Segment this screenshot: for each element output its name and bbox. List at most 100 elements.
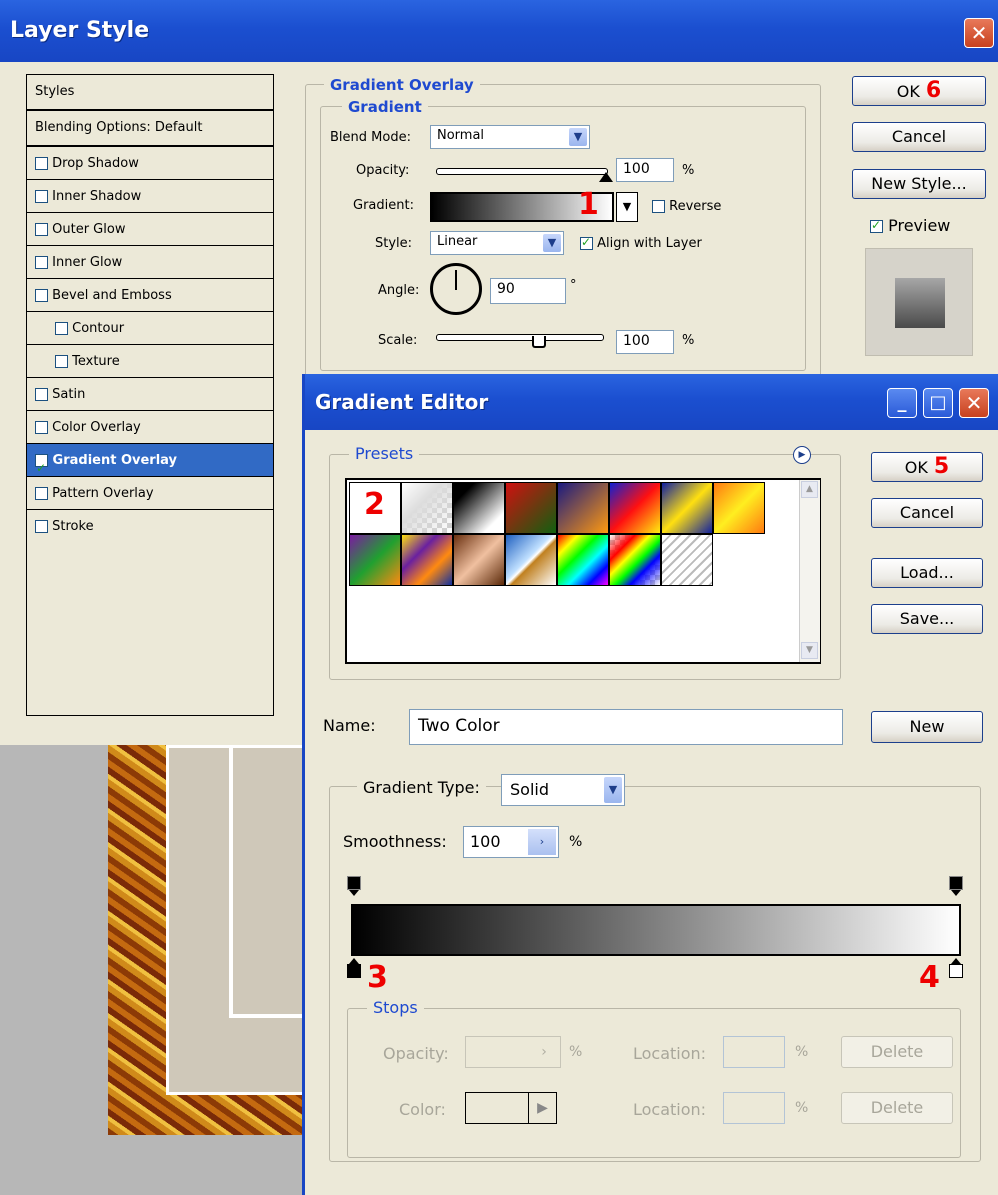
styles-header[interactable]: Styles (27, 75, 273, 111)
style-item-bevel-emboss[interactable]: Bevel and Emboss (27, 279, 273, 312)
preset-transparent-stripes[interactable] (661, 534, 713, 586)
style-item-inner-shadow[interactable]: Inner Shadow (27, 180, 273, 213)
cancel-button[interactable]: Cancel (852, 122, 986, 152)
preset-spectrum[interactable] (557, 534, 609, 586)
save-button[interactable]: Save... (871, 604, 983, 634)
stops-group (347, 1008, 961, 1158)
preset-black-white[interactable] (453, 482, 505, 534)
style-item-gradient-overlay[interactable]: Gradient Overlay (27, 444, 273, 485)
angle-input[interactable]: 90 (490, 278, 566, 304)
opacity-delete-button[interactable]: Delete (841, 1036, 953, 1068)
color-stop-right[interactable] (949, 958, 963, 980)
align-with-layer-checkbox[interactable]: Align with Layer (580, 235, 702, 251)
stop-color-picker-arrow[interactable]: ▶ (529, 1092, 557, 1124)
load-button[interactable]: Load... (871, 558, 983, 588)
preset-blue-yellow-blue[interactable] (661, 482, 713, 534)
stop-opacity-input[interactable]: › (465, 1036, 561, 1068)
checkbox[interactable] (55, 322, 68, 335)
stop-opacity-label: Opacity: (383, 1044, 449, 1063)
gradient-type-select[interactable]: Solid ▼ (501, 774, 625, 806)
style-item-texture[interactable]: Texture (27, 345, 273, 378)
style-item-label: Pattern Overlay (52, 486, 154, 501)
preset-red-green[interactable] (505, 482, 557, 534)
opacity-input[interactable]: 100 (616, 158, 674, 182)
preset-foreground-to-transparent[interactable] (401, 482, 453, 534)
checkbox[interactable] (35, 487, 48, 500)
stop-opacity-stepper-icon[interactable]: › (530, 1039, 558, 1065)
gradient-preview-bar[interactable] (351, 904, 961, 956)
checkbox[interactable] (35, 256, 48, 269)
preset-chrome[interactable] (505, 534, 557, 586)
scale-slider[interactable] (436, 334, 604, 341)
blend-mode-select[interactable]: Normal ▼ (430, 125, 590, 149)
opacity-slider[interactable] (436, 168, 608, 175)
preset-blue-red-yellow[interactable] (609, 482, 661, 534)
style-item-outer-glow[interactable]: Outer Glow (27, 213, 273, 246)
style-item-pattern-overlay[interactable]: Pattern Overlay (27, 477, 273, 510)
checkbox[interactable] (35, 289, 48, 302)
style-item-label: Inner Shadow (52, 189, 142, 204)
color-delete-button[interactable]: Delete (841, 1092, 953, 1124)
close-icon[interactable]: ✕ (964, 18, 994, 48)
smoothness-input[interactable]: 100 › (463, 826, 559, 858)
checkbox[interactable] (870, 218, 883, 233)
checkbox[interactable] (35, 421, 48, 434)
maximize-icon[interactable]: □ (923, 388, 953, 418)
checkbox[interactable] (35, 190, 48, 203)
preset-violet-green-orange[interactable] (349, 534, 401, 586)
ok-button[interactable]: OK 6 (852, 76, 986, 106)
preset-foreground-to-background[interactable]: 2 (349, 482, 401, 534)
presets-scrollbar[interactable]: ▲ ▼ (799, 480, 820, 662)
scale-input[interactable]: 100 (616, 330, 674, 354)
checkbox[interactable] (35, 452, 48, 485)
scroll-down-icon[interactable]: ▼ (801, 642, 818, 659)
preset-copper[interactable] (453, 534, 505, 586)
color-stop-left[interactable] (347, 958, 361, 980)
scale-slider-handle[interactable] (532, 336, 546, 348)
preset-yellow-violet-orange-blue[interactable] (401, 534, 453, 586)
checkbox[interactable] (55, 355, 68, 368)
new-style-button[interactable]: New Style... (852, 169, 986, 199)
gradient-dropdown-button[interactable]: ▼ (616, 192, 638, 222)
style-item-color-overlay[interactable]: Color Overlay (27, 411, 273, 444)
style-item-inner-glow[interactable]: Inner Glow (27, 246, 273, 279)
name-input[interactable]: Two Color (409, 709, 843, 745)
preview-checkbox[interactable]: Preview (870, 216, 950, 235)
style-select[interactable]: Linear ▼ (430, 231, 564, 255)
style-item-stroke[interactable]: Stroke (27, 510, 273, 543)
document-canvas (108, 745, 319, 1135)
editor-ok-button[interactable]: OK 5 (871, 452, 983, 482)
smoothness-stepper-icon[interactable]: › (528, 829, 556, 855)
checkbox[interactable] (580, 235, 593, 250)
scale-label: Scale: (378, 333, 418, 348)
minimize-icon[interactable]: _ (887, 388, 917, 418)
checkbox[interactable] (652, 200, 665, 213)
checkbox[interactable] (35, 388, 48, 401)
editor-cancel-button[interactable]: Cancel (871, 498, 983, 528)
style-item-contour[interactable]: Contour (27, 312, 273, 345)
reverse-checkbox[interactable]: Reverse (652, 199, 721, 214)
angle-dial[interactable] (430, 263, 482, 315)
align-with-layer-label: Align with Layer (597, 236, 702, 251)
scroll-up-icon[interactable]: ▲ (801, 481, 818, 498)
opacity-stop-right[interactable] (949, 876, 963, 898)
blending-options-item[interactable]: Blending Options: Default (27, 111, 273, 147)
checkbox[interactable] (35, 157, 48, 170)
preset-transparent-rainbow[interactable] (609, 534, 661, 586)
style-item-satin[interactable]: Satin (27, 378, 273, 411)
style-item-drop-shadow[interactable]: Drop Shadow (27, 147, 273, 180)
styles-list: Styles Blending Options: Default Drop Sh… (26, 74, 274, 716)
stop-color-swatch[interactable] (465, 1092, 529, 1124)
new-button[interactable]: New (871, 711, 983, 743)
checkbox[interactable] (35, 520, 48, 533)
preset-violet-orange[interactable] (557, 482, 609, 534)
opacity-slider-handle[interactable] (599, 172, 613, 182)
opacity-stop-left[interactable] (347, 876, 361, 898)
preset-orange-yellow-orange[interactable] (713, 482, 765, 534)
presets-menu-icon[interactable]: ▶ (793, 446, 811, 464)
checkbox[interactable] (35, 223, 48, 236)
opacity-location-input[interactable] (723, 1036, 785, 1068)
color-location-input[interactable] (723, 1092, 785, 1124)
close-icon[interactable]: ✕ (959, 388, 989, 418)
new-label: New (909, 717, 945, 736)
